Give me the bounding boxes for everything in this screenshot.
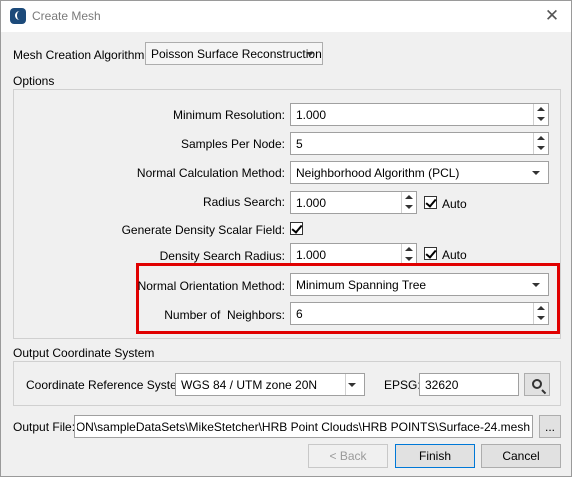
density-scalar-checkbox[interactable]	[290, 222, 303, 235]
radius-search-spinbox[interactable]: 1.000	[290, 191, 417, 214]
epsg-label: EPSG:	[384, 378, 421, 392]
min-resolution-label: Minimum Resolution:	[172, 108, 285, 122]
normal-calc-label: Normal Calculation Method:	[136, 166, 285, 180]
app-logo-icon	[10, 8, 26, 24]
create-mesh-dialog: Create Mesh ✕ Mesh Creation Algorithm: P…	[0, 0, 572, 477]
normal-calc-value: Neighborhood Algorithm (PCL)	[296, 166, 460, 180]
output-file-value: SH_CREATION\sampleDataSets\MikeStetcher\…	[77, 420, 530, 434]
density-auto-checkbox[interactable]	[424, 247, 437, 260]
spin-down-icon[interactable]	[537, 117, 545, 121]
samples-per-node-label: Samples Per Node:	[180, 137, 285, 151]
normal-orientation-label: Normal Orientation Method:	[137, 279, 285, 293]
spin-up-icon[interactable]	[537, 306, 545, 310]
chevron-down-icon	[532, 283, 540, 287]
spin-buttons[interactable]	[401, 244, 416, 265]
chevron-down-icon	[348, 383, 356, 387]
window-title: Create Mesh	[32, 9, 101, 23]
combo-separator	[345, 374, 346, 395]
chevron-down-icon	[306, 52, 314, 56]
spin-buttons[interactable]	[401, 192, 416, 213]
spin-down-icon[interactable]	[405, 257, 413, 261]
algorithm-select[interactable]: Poisson Surface Reconstruction	[145, 42, 323, 65]
browse-button[interactable]: ...	[539, 415, 561, 438]
density-auto-label: Auto	[442, 248, 467, 262]
spin-up-icon[interactable]	[405, 195, 413, 199]
density-radius-value: 1.000	[296, 248, 327, 262]
spin-buttons[interactable]	[533, 303, 548, 324]
crs-search-button[interactable]	[524, 373, 550, 396]
cancel-button[interactable]: Cancel	[481, 444, 561, 468]
epsg-value: 32620	[425, 378, 459, 392]
spin-up-icon[interactable]	[405, 247, 413, 251]
crs-label: Coordinate Reference System:	[26, 378, 191, 392]
min-resolution-spinbox[interactable]: 1.000	[290, 103, 549, 126]
output-file-label: Output File:	[13, 420, 76, 434]
algorithm-label: Mesh Creation Algorithm:	[13, 48, 148, 62]
radius-search-label: Radius Search:	[202, 195, 285, 209]
spin-down-icon[interactable]	[537, 316, 545, 320]
crs-value: WGS 84 / UTM zone 20N	[181, 378, 318, 392]
spin-buttons[interactable]	[533, 133, 548, 154]
normal-orientation-value: Minimum Spanning Tree	[296, 278, 427, 292]
neighbors-label: Number of Neighbors:	[164, 308, 285, 322]
spin-up-icon[interactable]	[537, 136, 545, 140]
normal-orientation-select[interactable]: Minimum Spanning Tree	[290, 273, 549, 296]
crs-select[interactable]: WGS 84 / UTM zone 20N	[175, 373, 365, 396]
normal-calc-select[interactable]: Neighborhood Algorithm (PCL)	[290, 161, 549, 184]
output-file-text: SH_CREATION\sampleDataSets\MikeStetcher\…	[77, 420, 530, 434]
epsg-field[interactable]: 32620	[419, 373, 519, 396]
chevron-down-icon	[532, 171, 540, 175]
neighbors-spinbox[interactable]: 6	[290, 302, 549, 325]
neighbors-value: 6	[296, 307, 303, 321]
title-bar: Create Mesh ✕	[1, 1, 571, 32]
algorithm-value: Poisson Surface Reconstruction	[151, 47, 322, 61]
density-radius-label: Density Search Radius:	[159, 249, 285, 263]
radius-auto-checkbox[interactable]	[424, 196, 437, 209]
options-heading: Options	[13, 74, 55, 88]
search-icon	[532, 379, 542, 389]
output-cs-heading: Output Coordinate System	[13, 346, 155, 360]
samples-per-node-value: 5	[296, 137, 303, 151]
spin-up-icon[interactable]	[537, 107, 545, 111]
close-icon[interactable]: ✕	[542, 6, 562, 26]
min-resolution-value: 1.000	[296, 108, 327, 122]
finish-button[interactable]: Finish	[395, 444, 475, 468]
radius-auto-label: Auto	[442, 197, 467, 211]
density-scalar-label: Generate Density Scalar Field:	[121, 223, 285, 237]
spin-down-icon[interactable]	[405, 205, 413, 209]
radius-search-value: 1.000	[296, 196, 327, 210]
samples-per-node-spinbox[interactable]: 5	[290, 132, 549, 155]
output-file-field[interactable]: SH_CREATION\sampleDataSets\MikeStetcher\…	[74, 415, 533, 438]
back-button[interactable]: < Back	[308, 444, 388, 468]
spin-buttons[interactable]	[533, 104, 548, 125]
spin-down-icon[interactable]	[537, 146, 545, 150]
